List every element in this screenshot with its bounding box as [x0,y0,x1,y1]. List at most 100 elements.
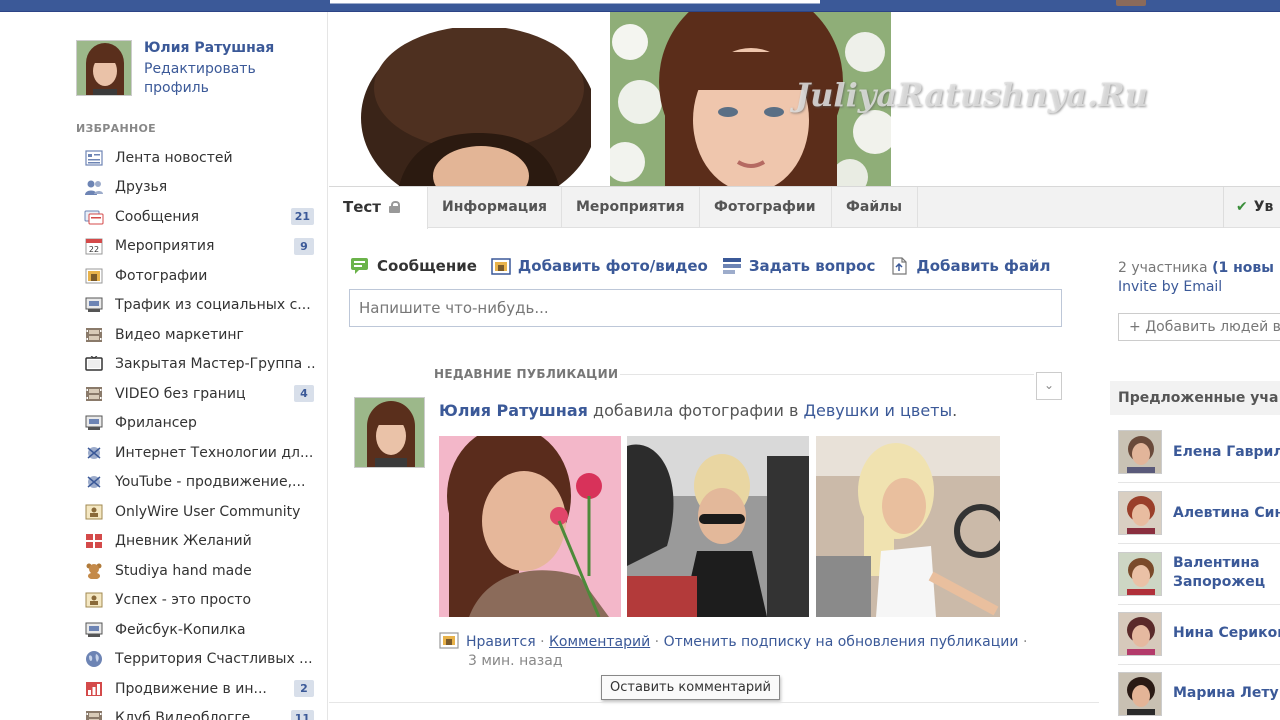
profile-avatar[interactable] [76,40,132,96]
sidebar-item[interactable]: Фрилансер [84,409,320,439]
svg-text:22: 22 [89,245,99,254]
post-timestamp[interactable]: 3 мин. назад [468,653,563,669]
favorites-heading: ИЗБРАННОЕ [76,122,156,135]
post-album-link[interactable]: Девушки и цветы [804,401,953,420]
sidebar-item[interactable]: Видео маркетинг [84,320,320,350]
sidebar-item[interactable]: Друзья [84,173,320,203]
tab-files[interactable]: Файлы [832,187,918,228]
globe-icon [84,650,104,668]
sidebar-item-label: VIDEO без границ [115,385,246,402]
film-icon [84,385,104,403]
person-name-line2[interactable]: Запорожец [1173,573,1265,592]
status-action[interactable]: Сообщение [350,257,477,275]
new-members-count[interactable]: (1 новы [1212,260,1274,276]
sidebar-item-label: Мероприятия [115,238,215,255]
edit-profile-link[interactable]: Редактировать профиль [144,60,304,98]
person-avatar[interactable] [1118,672,1162,716]
bear-icon [84,562,104,580]
cover-photo-left [359,28,591,186]
meta-separator: · [1022,634,1028,650]
person-avatar[interactable] [1118,491,1162,535]
film-icon [84,326,104,344]
sidebar-item-label: Друзья [115,179,168,196]
notifications-button[interactable]: ✔ Ув [1223,187,1273,228]
composer-input[interactable] [349,289,1062,327]
tab-test[interactable]: Тест [329,187,428,229]
add-photo-video-action[interactable]: Добавить фото/видео [491,257,708,275]
person-name[interactable]: Елена Гаврил [1173,443,1280,462]
tab-events[interactable]: Мероприятия [562,187,700,228]
chevron-down-icon[interactable]: ⌄ [1036,372,1062,400]
check-icon: ✔ [1236,199,1248,215]
sidebar-item-label: YouTube - продвижение,... [115,474,306,491]
sidebar-item-label: Клуб Видеоблогге... [115,710,264,720]
post-actions: Нравится · Комментарий · Отменить подпис… [439,631,1027,650]
status-label: Сообщение [377,257,477,275]
person-name[interactable]: Алевтина Син [1173,504,1280,523]
sidebar-item[interactable]: OnlyWire User Community [84,497,320,527]
sidebar-item[interactable]: Территория Счастливых ... [84,645,320,675]
sidebar-item-count-badge: 4 [294,385,314,402]
comment-link[interactable]: Комментарий [549,634,650,650]
person-name[interactable]: Нина Сериков [1173,624,1280,643]
sidebar-item[interactable]: Studiya hand made [84,556,320,586]
members-count-label: 2 участника [1118,260,1208,276]
post-photo-1[interactable] [439,436,621,617]
top-avatar[interactable] [1116,0,1146,6]
sidebar-item[interactable]: Успех - это просто [84,586,320,616]
tv-icon [84,355,104,373]
question-icon [722,257,742,275]
sidebar-item-label: Studiya hand made [115,562,252,579]
chart-icon [84,680,104,698]
tab-photos[interactable]: Фотографии [700,187,832,228]
sidebar-item[interactable]: VIDEO без границ 4 [84,379,320,409]
calendar-icon: 22 [84,237,104,255]
sidebar-item[interactable]: YouTube - продвижение,... [84,468,320,498]
sidebar-item[interactable]: Закрытая Мастер-Группа ... [84,350,320,380]
top-navigation-bar [0,0,1280,12]
status-icon [350,257,370,275]
gift-icon [84,532,104,550]
sidebar-item-count-badge: 21 [290,208,314,225]
person-name[interactable]: Марина Лету [1173,684,1279,703]
sidebar-item[interactable]: Лента новостей [84,143,320,173]
unfollow-post-link[interactable]: Отменить подписку на обновления публикац… [664,634,1019,650]
post-author-link[interactable]: Юлия Ратушная [439,401,588,420]
add-people-field[interactable]: + Добавить людей в [1118,313,1280,341]
add-file-action[interactable]: Добавить файл [889,257,1051,275]
sidebar-item-label: Фотографии [115,267,208,284]
sidebar-item[interactable]: Продвижение в ин... 2 [84,674,320,704]
post-photo-2[interactable] [627,436,809,617]
person-avatar[interactable] [1118,612,1162,656]
person-avatar[interactable] [1118,430,1162,474]
facebook-group-page: Юлия Ратушная Редактировать профиль ИЗБР… [0,0,1280,720]
sidebar-item[interactable]: Фотографии [84,261,320,291]
film-icon [84,709,104,720]
sidebar-item[interactable]: Трафик из социальных с... [84,291,320,321]
ask-question-action[interactable]: Задать вопрос [722,257,875,275]
invite-by-email-link[interactable]: Invite by Email [1118,279,1222,295]
person-avatar[interactable] [1118,552,1162,596]
members-count[interactable]: 2 участника (1 новы [1118,260,1274,276]
sidebar-item[interactable]: Интернет Технологии дл... [84,438,320,468]
post-photo-3[interactable] [816,436,1000,617]
sidebar-item[interactable]: 22 Мероприятия 9 [84,232,320,262]
recent-posts-heading: НЕДАВНИЕ ПУБЛИКАЦИИ [434,367,619,381]
tab-info[interactable]: Информация [428,187,562,228]
post-author-avatar[interactable] [354,397,425,468]
sidebar-item[interactable]: Дневник Желаний [84,527,320,557]
person-divider [1118,543,1280,544]
sidebar-item[interactable]: Сообщения 21 [84,202,320,232]
person-name-line1[interactable]: Валентина [1173,554,1260,573]
photo-icon [491,257,511,275]
like-link[interactable]: Нравится [466,634,536,650]
search-box[interactable] [330,0,820,4]
sidebar-item[interactable]: Клуб Видеоблогге... 11 [84,704,320,720]
left-sidebar: Юлия Ратушная Редактировать профиль ИЗБР… [0,12,328,720]
profile-name[interactable]: Юлия Ратушная [144,40,324,56]
sidebar-item[interactable]: Фейсбук-Копилка [84,615,320,645]
sidebar-item-label: Лента новостей [115,149,233,166]
person-divider [1118,664,1280,665]
sidebar-item-label: Дневник Желаний [115,533,252,550]
file-icon [889,257,909,275]
